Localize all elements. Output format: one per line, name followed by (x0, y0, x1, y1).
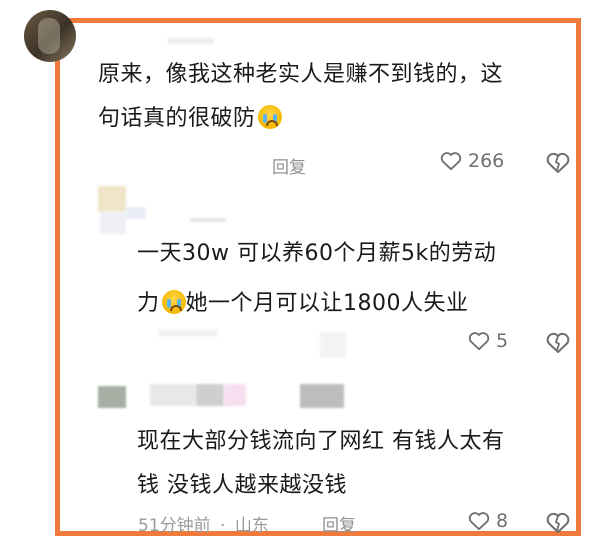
meta-separator: · (220, 516, 226, 536)
blurred-username (100, 212, 126, 234)
dislike-heart-icon[interactable] (546, 331, 570, 355)
heart-outline-icon (440, 152, 462, 171)
avatar[interactable] (24, 10, 76, 62)
comment-line: 现在大部分钱流向了网红 有钱人太有 (137, 429, 505, 454)
like-count: 266 (468, 150, 505, 172)
comment-line-text: 句话真的很破防 (98, 106, 256, 131)
crying-emoji-icon (161, 290, 186, 314)
dislike-heart-icon[interactable] (546, 511, 570, 535)
comment-line: 一天30w 可以养60个月薪5k的劳动 (137, 241, 497, 266)
comment-line: 钱 没钱人越来越没钱 (137, 473, 347, 498)
like-button[interactable]: 266 (440, 150, 504, 172)
blurred-username (300, 384, 344, 408)
avatar[interactable] (98, 386, 126, 408)
reply-button[interactable]: 回复 (322, 511, 356, 536)
like-count: 8 (496, 510, 509, 532)
like-button[interactable]: 5 (468, 330, 508, 352)
blurred-username (190, 218, 226, 222)
comment-line-text: 她一个月可以让1800人失业 (185, 291, 469, 316)
comment-line: 力她一个月可以让1800人失业 (137, 286, 496, 322)
comment-meta: 51分钟前 · 山东 (138, 511, 269, 536)
comment-text: 一天30w 可以养60个月薪5k的劳动 力她一个月可以让1800人失业 (137, 236, 496, 322)
blurred-meta (158, 330, 218, 336)
blurred-username (224, 384, 246, 406)
blurred-meta (320, 332, 346, 358)
comment-line: 句话真的很破防 (98, 101, 503, 137)
dislike-heart-icon[interactable] (546, 151, 570, 175)
comment-line-text: 力 (137, 291, 160, 316)
blurred-username (168, 38, 214, 44)
like-count: 5 (496, 330, 509, 352)
crying-emoji-icon (257, 105, 282, 129)
comment-line: 原来，像我这种老实人是赚不到钱的，这 (98, 62, 504, 87)
comment-text: 原来，像我这种老实人是赚不到钱的，这 句话真的很破防 (98, 57, 503, 137)
blurred-username (150, 384, 196, 406)
comment-text: 现在大部分钱流向了网红 有钱人太有 钱 没钱人越来越没钱 (137, 424, 505, 504)
heart-outline-icon (468, 332, 490, 351)
heart-outline-icon (468, 512, 490, 531)
comment-time: 51分钟前 (138, 516, 211, 536)
like-button[interactable]: 8 (468, 510, 508, 532)
comment-location: 山东 (234, 516, 269, 536)
avatar[interactable] (98, 186, 126, 212)
reply-button[interactable]: 回复 (272, 153, 306, 178)
blurred-username (196, 384, 224, 406)
avatar-blur (126, 207, 146, 219)
